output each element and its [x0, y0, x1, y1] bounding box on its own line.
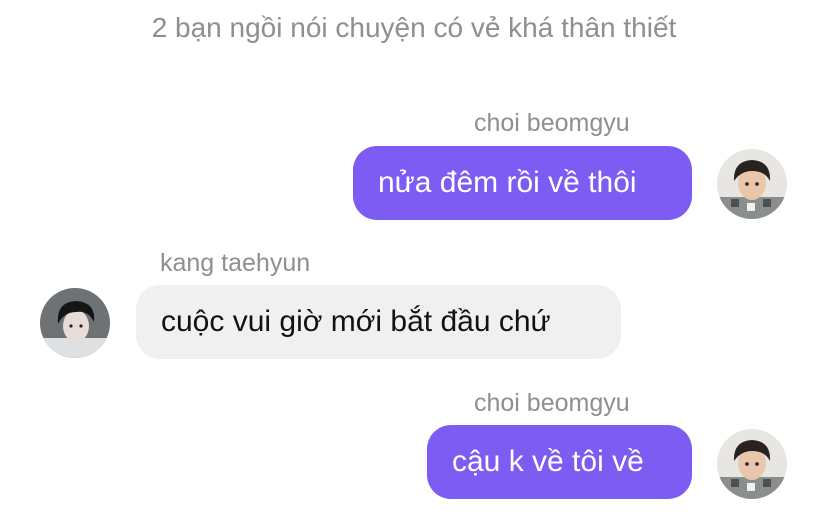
beomgyu-avatar-icon[interactable] [717, 429, 787, 499]
message-bubble-outgoing[interactable]: cậu k về tôi về [427, 425, 692, 499]
beomgyu-avatar-icon[interactable] [717, 149, 787, 219]
sender-name: kang taehyun [160, 249, 311, 277]
sender-name: choi beomgyu [474, 109, 630, 137]
message-bubble-incoming[interactable]: cuộc vui giờ mới bắt đầu chứ [136, 285, 621, 359]
system-note: 2 bạn ngồi nói chuyện có vẻ khá thân thi… [151, 12, 677, 43]
taehyun-avatar-icon[interactable] [40, 288, 110, 358]
message-bubble-outgoing[interactable]: nửa đêm rồi về thôi [353, 146, 692, 220]
sender-name: choi beomgyu [474, 389, 630, 417]
